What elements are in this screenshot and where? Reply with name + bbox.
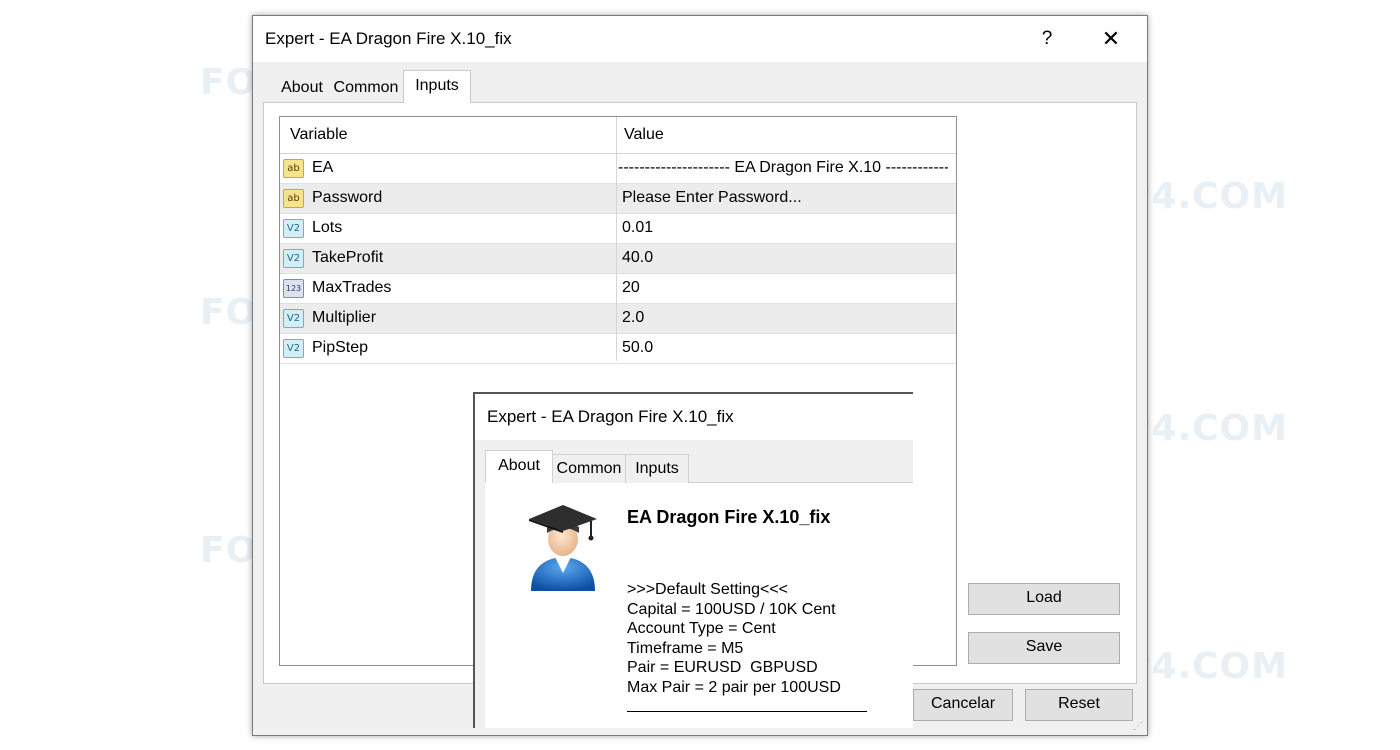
- variable-name: EA: [312, 159, 334, 176]
- resize-grip-icon[interactable]: ⋰: [1133, 721, 1145, 733]
- dialog-titlebar[interactable]: Expert - EA Dragon Fire X.10_fix ? ✕: [253, 16, 1147, 62]
- variable-value[interactable]: 20: [622, 279, 952, 297]
- variable-name: TakeProfit: [312, 249, 384, 266]
- table-row[interactable]: ab Password Please Enter Password...: [280, 184, 956, 214]
- description-divider: [627, 711, 867, 712]
- string-type-icon: ab: [283, 159, 304, 178]
- description-line: Timeframe = M5: [627, 639, 744, 657]
- cancel-button[interactable]: Cancelar: [913, 689, 1013, 721]
- variable-value[interactable]: --------------------- EA Dragon Fire X.1…: [618, 159, 948, 177]
- string-type-icon: ab: [283, 189, 304, 208]
- description-line: Max Pair = 2 pair per 100USD: [627, 678, 841, 696]
- column-header-value[interactable]: Value: [624, 126, 664, 144]
- grid-header: Variable Value: [280, 117, 956, 154]
- inner-tab-about[interactable]: About: [485, 450, 553, 483]
- reset-button[interactable]: Reset: [1025, 689, 1133, 721]
- graduate-avatar-icon: [529, 505, 597, 591]
- variable-name: Lots: [312, 219, 343, 236]
- inner-tab-common[interactable]: Common: [551, 454, 627, 483]
- save-button[interactable]: Save: [968, 632, 1120, 664]
- description-line: >>>Default Setting<<<: [627, 581, 789, 598]
- double-type-icon: V2: [283, 339, 304, 358]
- variable-value[interactable]: 40.0: [622, 249, 952, 267]
- integer-type-icon: 123: [283, 279, 304, 298]
- variable-name: Multiplier: [312, 309, 377, 326]
- ea-name-heading: EA Dragon Fire X.10_fix: [627, 507, 831, 527]
- load-button[interactable]: Load: [968, 583, 1120, 615]
- column-divider[interactable]: [616, 117, 617, 361]
- inner-dialog-titlebar[interactable]: Expert - EA Dragon Fire X.10_fix: [475, 394, 913, 440]
- variable-value[interactable]: Please Enter Password...: [622, 189, 952, 207]
- table-row[interactable]: ab EA --------------------- EA Dragon Fi…: [280, 154, 956, 184]
- description-line: Pair = EURUSD GBPUSD: [627, 659, 818, 676]
- column-header-variable[interactable]: Variable: [290, 126, 348, 144]
- tab-common[interactable]: Common: [331, 74, 401, 102]
- variable-value[interactable]: 0.01: [622, 219, 952, 237]
- double-type-icon: V2: [283, 249, 304, 268]
- table-row[interactable]: 123 MaxTrades 20: [280, 274, 956, 304]
- double-type-icon: V2: [283, 309, 304, 328]
- inner-tab-inputs[interactable]: Inputs: [625, 454, 689, 483]
- about-tab-panel: EA Dragon Fire X.10_fix >>>Default Setti…: [485, 482, 913, 728]
- tab-inputs[interactable]: Inputs: [403, 70, 471, 103]
- variable-value[interactable]: 2.0: [622, 309, 952, 327]
- ea-description: >>>Default Setting<<< Capital = 100USD /…: [627, 580, 841, 697]
- variable-name: PipStep: [312, 339, 369, 356]
- description-line: Capital = 100USD / 10K Cent: [627, 600, 836, 618]
- table-row[interactable]: V2 Lots 0.01: [280, 214, 956, 244]
- table-row[interactable]: V2 TakeProfit 40.0: [280, 244, 956, 274]
- table-row[interactable]: V2 PipStep 50.0: [280, 334, 956, 364]
- variable-value[interactable]: 50.0: [622, 339, 952, 357]
- variable-name: MaxTrades: [312, 279, 392, 296]
- variable-name: Password: [312, 189, 383, 206]
- inner-expert-dialog: Expert - EA Dragon Fire X.10_fix EA Drag…: [473, 392, 913, 728]
- table-row[interactable]: V2 Multiplier 2.0: [280, 304, 956, 334]
- help-button[interactable]: ?: [1033, 25, 1061, 53]
- dialog-title: Expert - EA Dragon Fire X.10_fix: [265, 29, 512, 48]
- inner-dialog-title: Expert - EA Dragon Fire X.10_fix: [487, 407, 734, 426]
- double-type-icon: V2: [283, 219, 304, 238]
- close-button[interactable]: ✕: [1095, 25, 1127, 53]
- description-line: Account Type = Cent: [627, 620, 776, 637]
- tab-about[interactable]: About: [267, 74, 337, 102]
